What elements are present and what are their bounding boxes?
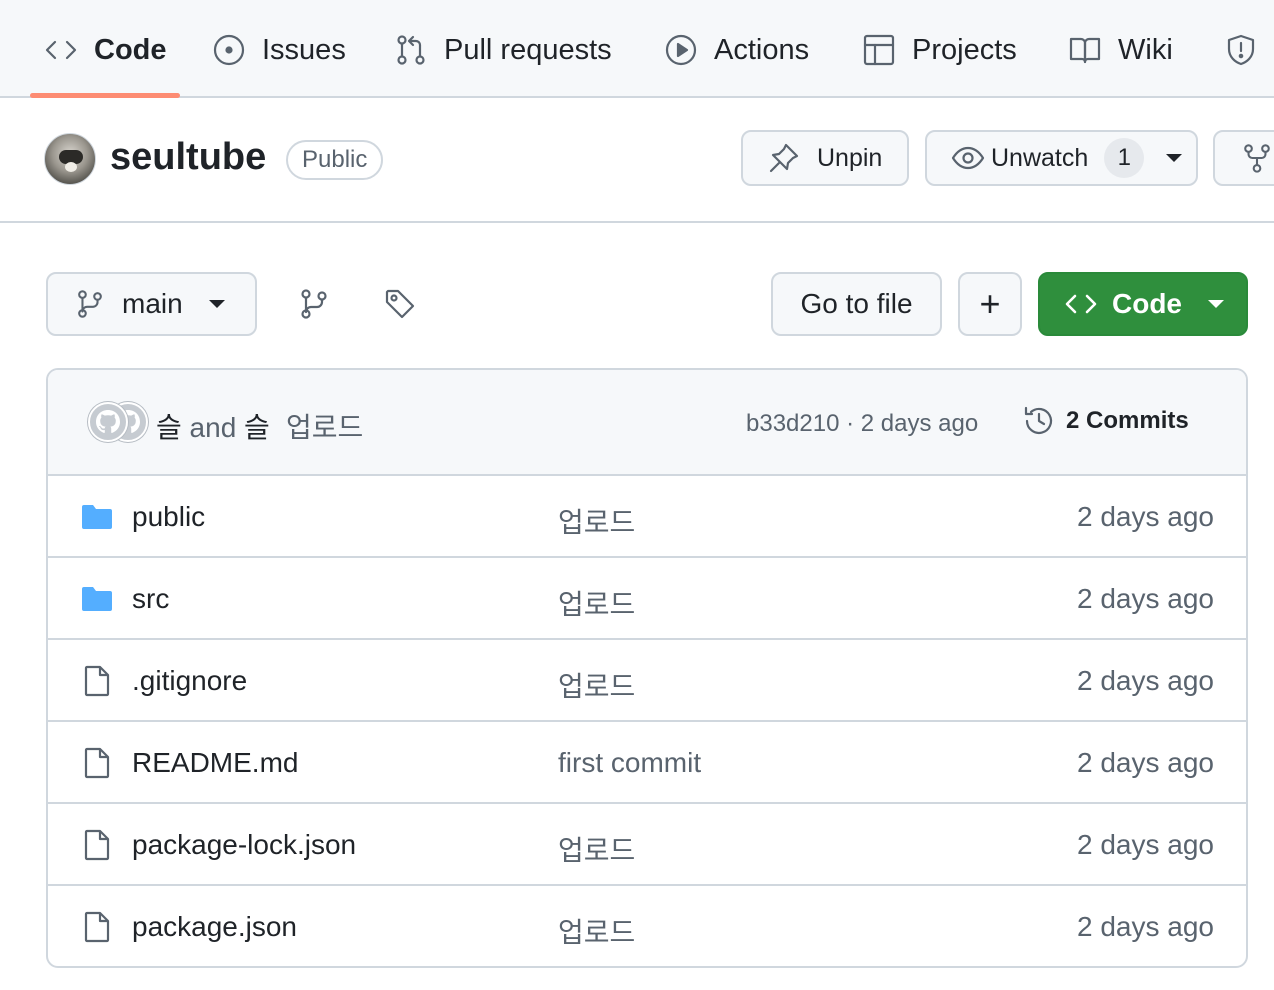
go-to-file-button[interactable]: Go to file xyxy=(771,272,942,336)
tab-wiki-label: Wiki xyxy=(1118,33,1173,66)
file-row: README.md first commit 2 days ago xyxy=(48,722,1246,804)
tab-code[interactable]: Code xyxy=(44,22,167,78)
book-icon xyxy=(1069,37,1101,64)
code-button-label: Code xyxy=(1112,288,1182,319)
commit-meta[interactable]: b33d210 · 2 days ago xyxy=(746,410,978,438)
file-commit-date: 2 days ago xyxy=(1077,829,1214,860)
unpin-button[interactable]: Unpin xyxy=(741,130,909,186)
author-avatar[interactable] xyxy=(88,402,128,442)
tab-code-label: Code xyxy=(94,33,167,66)
issue-opened-icon xyxy=(213,34,245,66)
tab-wiki[interactable]: Wiki xyxy=(1068,22,1173,78)
git-branch-icon xyxy=(301,289,327,319)
file-commit-date: 2 days ago xyxy=(1077,501,1214,532)
commit-authors: 슬 and 슬 xyxy=(156,406,270,446)
repo-nav: Code Issues Pull requests Actions Projec… xyxy=(0,0,1274,98)
folder-icon xyxy=(80,582,114,616)
file-commit-message[interactable]: 업로드 xyxy=(558,665,635,705)
owner-avatar[interactable] xyxy=(44,133,96,185)
file-icon xyxy=(80,910,114,944)
commit-author-2[interactable]: 슬 xyxy=(244,412,270,443)
table-icon xyxy=(863,34,895,66)
unpin-label: Unpin xyxy=(817,143,883,172)
tab-pull-requests-label: Pull requests xyxy=(444,33,612,66)
file-commit-date: 2 days ago xyxy=(1077,911,1214,942)
tab-issues[interactable]: Issues xyxy=(212,22,346,78)
commit-message[interactable]: 업로드 xyxy=(286,406,363,446)
file-commit-message[interactable]: 업로드 xyxy=(558,583,635,623)
latest-commit-bar: 슬 and 슬 업로드 b33d210 · 2 days ago 2 Commi… xyxy=(48,370,1246,476)
code-dropdown-button[interactable]: Code xyxy=(1038,272,1248,336)
watch-count: 1 xyxy=(1104,138,1145,178)
file-commit-message[interactable]: 업로드 xyxy=(558,501,635,541)
file-name-link[interactable]: public xyxy=(132,501,205,533)
repo-name[interactable]: seultube xyxy=(110,136,266,179)
commits-history-link[interactable]: 2 Commits xyxy=(1022,404,1189,438)
file-row: .gitignore 업로드 2 days ago xyxy=(48,640,1246,722)
file-row: src 업로드 2 days ago xyxy=(48,558,1246,640)
file-name-link[interactable]: package-lock.json xyxy=(132,829,356,861)
file-name-link[interactable]: src xyxy=(132,583,169,615)
file-icon xyxy=(80,828,114,862)
commit-author-avatars xyxy=(88,402,148,444)
fork-button[interactable] xyxy=(1213,130,1274,186)
repo-forked-icon xyxy=(1244,144,1270,173)
file-commit-message[interactable]: 업로드 xyxy=(558,911,635,951)
tab-projects-label: Projects xyxy=(912,33,1017,66)
file-commit-date: 2 days ago xyxy=(1077,665,1214,696)
pin-icon xyxy=(769,143,799,173)
commits-count: 2 Commits xyxy=(1066,407,1189,434)
file-icon xyxy=(80,746,114,780)
history-icon xyxy=(1024,406,1053,434)
file-icon xyxy=(80,664,114,698)
file-commit-message[interactable]: first commit xyxy=(558,747,701,779)
commit-author-1[interactable]: 슬 xyxy=(156,412,182,443)
chevron-down-icon xyxy=(1208,300,1224,308)
file-row: package.json 업로드 2 days ago xyxy=(48,886,1246,966)
file-name-link[interactable]: README.md xyxy=(132,747,298,779)
git-pull-request-icon xyxy=(397,35,425,65)
tab-security[interactable] xyxy=(1224,22,1258,78)
git-branch-icon xyxy=(78,290,102,318)
chevron-down-icon xyxy=(208,300,225,308)
tags-link[interactable] xyxy=(378,282,422,326)
tab-projects[interactable]: Projects xyxy=(862,22,1017,78)
folder-icon xyxy=(80,500,114,534)
file-commit-date: 2 days ago xyxy=(1077,747,1214,778)
tab-pull-requests[interactable]: Pull requests xyxy=(394,22,612,78)
plus-icon: + xyxy=(979,283,1001,324)
tag-icon xyxy=(385,289,415,319)
shield-icon xyxy=(1227,34,1255,66)
file-commit-date: 2 days ago xyxy=(1077,583,1214,614)
branches-link[interactable] xyxy=(292,282,336,326)
file-commit-message[interactable]: 업로드 xyxy=(558,829,635,869)
tab-actions[interactable]: Actions xyxy=(664,22,809,78)
tab-issues-label: Issues xyxy=(262,33,346,66)
file-name-link[interactable]: .gitignore xyxy=(132,665,247,697)
eye-icon xyxy=(951,146,985,170)
file-list: 슬 and 슬 업로드 b33d210 · 2 days ago 2 Commi… xyxy=(46,368,1248,968)
add-file-button[interactable]: + xyxy=(958,272,1022,336)
file-row: package-lock.json 업로드 2 days ago xyxy=(48,804,1246,886)
commit-authors-and: and xyxy=(189,412,237,443)
unwatch-label: Unwatch xyxy=(991,143,1089,172)
go-to-file-label: Go to file xyxy=(800,288,913,319)
file-name-link[interactable]: package.json xyxy=(132,911,297,943)
branch-name: main xyxy=(122,288,183,319)
github-mark-icon xyxy=(96,410,120,433)
repo-header: seultube Public Unpin Unwatch 1 xyxy=(0,98,1274,223)
play-icon xyxy=(665,34,697,66)
tab-actions-label: Actions xyxy=(714,33,810,66)
code-icon xyxy=(45,40,77,60)
branch-selector[interactable]: main xyxy=(46,272,257,336)
file-row: public 업로드 2 days ago xyxy=(48,476,1246,558)
visibility-badge: Public xyxy=(286,140,384,180)
chevron-down-icon xyxy=(1166,154,1183,162)
unwatch-button[interactable]: Unwatch 1 xyxy=(925,130,1198,186)
code-icon xyxy=(1065,294,1097,314)
